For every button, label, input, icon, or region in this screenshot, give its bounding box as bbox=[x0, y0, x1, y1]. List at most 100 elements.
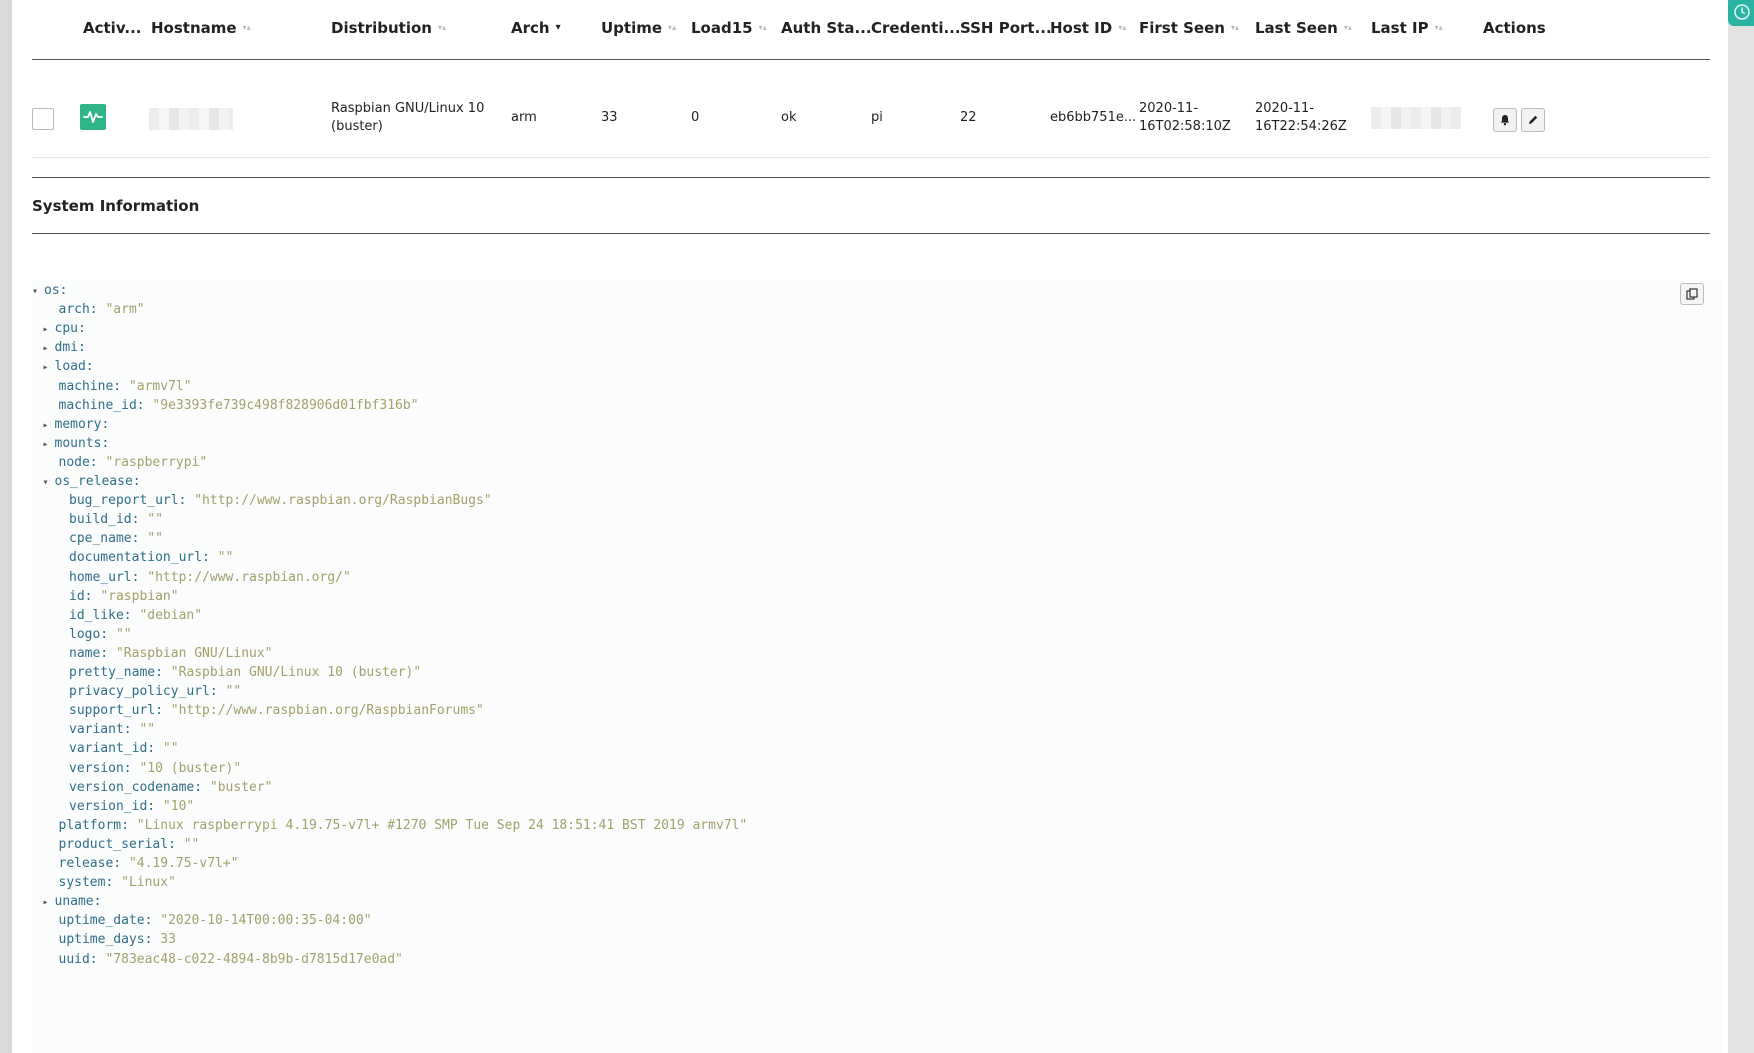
tree-key: uptime_days: bbox=[58, 932, 153, 948]
header-load15[interactable]: Load15 ▾▴ bbox=[691, 19, 767, 37]
tree-key: memory: bbox=[54, 416, 110, 432]
tree-key: os_release: bbox=[54, 474, 141, 489]
tree-value: "4.19.75-v7l+" bbox=[128, 856, 239, 871]
tree-line[interactable]: ▸ cpu: bbox=[43, 318, 86, 339]
tree-line[interactable]: ▸ memory: bbox=[43, 414, 110, 435]
row-checkbox[interactable] bbox=[32, 108, 54, 130]
tree-line: uptime_days: 33 bbox=[47, 929, 176, 950]
tree-key: version: bbox=[69, 760, 132, 776]
tree-value: "9e3393fe739c498f828906d01fbf316b" bbox=[152, 397, 419, 413]
tree-value: "http://www.raspbian.org/RaspbianForums" bbox=[170, 703, 484, 719]
copy-button[interactable] bbox=[1680, 283, 1704, 305]
section-divider-bottom bbox=[32, 233, 1710, 234]
caret-down-icon[interactable]: ▾ bbox=[43, 472, 55, 493]
right-rail bbox=[1728, 0, 1754, 1053]
header-uptime[interactable]: Uptime ▾▴ bbox=[601, 19, 676, 37]
tree-value: "" bbox=[217, 550, 234, 566]
tree-value: "2020-10-14T00:00:35-04:00" bbox=[160, 913, 372, 929]
header-activity[interactable]: Activ... bbox=[83, 19, 141, 37]
header-distribution[interactable]: Distribution ▾▴ bbox=[331, 19, 446, 37]
header-credential[interactable]: Credenti... bbox=[871, 19, 961, 37]
header-last-ip[interactable]: Last IP ▾▴ bbox=[1371, 19, 1443, 37]
tree-line[interactable]: ▸ dmi: bbox=[43, 337, 86, 358]
header-ssh-port[interactable]: SSH Port... bbox=[960, 19, 1052, 37]
tree-line[interactable]: ▸ load: bbox=[43, 356, 94, 377]
tree-value: "debian" bbox=[139, 607, 203, 623]
tree-line: version_id: "10" bbox=[57, 796, 194, 817]
header-host-id[interactable]: Host ID ▾▴ bbox=[1050, 19, 1126, 37]
edit-button[interactable] bbox=[1521, 108, 1545, 132]
header-auth-status[interactable]: Auth Sta... bbox=[781, 19, 872, 37]
header-actions: Actions bbox=[1483, 19, 1546, 37]
tree-key: platform: bbox=[58, 817, 129, 833]
tree-key: id_like: bbox=[69, 607, 132, 623]
cell-credential: pi bbox=[871, 110, 883, 125]
tree-key: bug_report_url: bbox=[69, 493, 187, 509]
tree-line: logo: "" bbox=[57, 624, 132, 645]
tree-key: uptime_date: bbox=[58, 913, 153, 929]
tree-key: privacy_policy_url: bbox=[69, 684, 218, 700]
hostname-redacted bbox=[149, 108, 233, 130]
caret-down-icon[interactable]: ▾ bbox=[32, 281, 44, 302]
header-arch[interactable]: Arch ▾ bbox=[511, 19, 561, 37]
notify-button[interactable] bbox=[1493, 108, 1517, 132]
tree-value: "" bbox=[162, 741, 179, 757]
tree-key: id: bbox=[69, 588, 93, 604]
tree-key: pretty_name: bbox=[69, 665, 163, 680]
left-rail bbox=[0, 0, 12, 1053]
cell-distribution: Raspbian GNU/Linux 10 (buster) bbox=[331, 101, 485, 134]
header-hostname[interactable]: Hostname ▾▴ bbox=[151, 19, 251, 37]
tree-line: machine: "armv7l" bbox=[47, 376, 192, 397]
tree-key: build_id: bbox=[69, 512, 140, 528]
header-last-seen[interactable]: Last Seen ▾▴ bbox=[1255, 19, 1352, 37]
tree-value: "raspberrypi" bbox=[105, 454, 208, 470]
tree-line: system: "Linux" bbox=[47, 872, 176, 893]
tree-key: product_serial: bbox=[58, 836, 176, 852]
cell-last-seen: 2020-11- 16T22:54:26Z bbox=[1255, 101, 1347, 134]
tree-line[interactable]: ▾ os: bbox=[32, 280, 67, 301]
tree-value: "http://www.raspbian.org/RaspbianBugs" bbox=[194, 493, 492, 509]
sort-desc-icon: ▾ bbox=[555, 22, 561, 33]
tree-key: version_id: bbox=[69, 798, 156, 814]
cell-ssh-port: 22 bbox=[960, 110, 977, 125]
tree-value: "Linux raspberrypi 4.19.75-v7l+ #1270 SM… bbox=[136, 817, 748, 833]
bell-icon bbox=[1500, 115, 1510, 126]
tree-value: "" bbox=[139, 722, 156, 738]
tree-line: machine_id: "9e3393fe739c498f828906d01fb… bbox=[47, 395, 419, 416]
sort-icon: ▾▴ bbox=[668, 23, 677, 32]
table-row[interactable]: Raspbian GNU/Linux 10 (buster) arm 33 0 … bbox=[32, 60, 1710, 158]
tree-key: arch: bbox=[58, 302, 98, 318]
tree-key: support_url: bbox=[69, 703, 163, 719]
tree-key: dmi: bbox=[54, 340, 86, 356]
tree-value: 33 bbox=[160, 932, 176, 948]
tree-line: uptime_date: "2020-10-14T00:00:35-04:00" bbox=[47, 910, 372, 931]
tree-value: "raspbian" bbox=[100, 588, 179, 604]
cell-arch: arm bbox=[511, 110, 537, 125]
tree-key: mounts: bbox=[54, 435, 110, 451]
tree-line[interactable]: ▾ os_release: bbox=[43, 471, 141, 492]
sort-icon: ▾▴ bbox=[758, 23, 767, 32]
last-ip-redacted bbox=[1371, 107, 1461, 129]
tree-key: variant: bbox=[69, 722, 132, 738]
tree-key: home_url: bbox=[69, 569, 140, 585]
tree-key: machine: bbox=[58, 378, 122, 394]
tree-key: version_codename: bbox=[69, 779, 203, 795]
cell-load15: 0 bbox=[691, 110, 700, 125]
tree-value: "10 (buster)" bbox=[139, 760, 242, 776]
tree-line[interactable]: ▸ mounts: bbox=[43, 433, 110, 454]
tree-value: "10" bbox=[162, 798, 195, 814]
tree-line: uuid: "783eac48-c022-4894-8b9b-d7815d17e… bbox=[47, 949, 403, 970]
tree-line: build_id: "" bbox=[57, 509, 163, 530]
sort-icon: ▾▴ bbox=[242, 23, 251, 32]
sort-icon: ▾▴ bbox=[1118, 23, 1127, 32]
tree-line[interactable]: ▸ uname: bbox=[43, 891, 102, 912]
main-content: Activ... Hostname ▾▴ Distribution ▾▴ Arch ▾… bbox=[12, 0, 1728, 1053]
tree-value: "arm" bbox=[105, 302, 145, 318]
tree-line: platform: "Linux raspberrypi 4.19.75-v7l… bbox=[47, 815, 748, 836]
tree-line: bug_report_url: "http://www.raspbian.org… bbox=[57, 490, 492, 511]
tree-key: cpe_name: bbox=[69, 531, 140, 547]
header-first-seen[interactable]: First Seen ▾▴ bbox=[1139, 19, 1239, 37]
tree-line: version: "10 (buster)" bbox=[57, 758, 241, 779]
tree-key: uuid: bbox=[58, 951, 98, 967]
corner-widget[interactable] bbox=[1728, 0, 1754, 26]
